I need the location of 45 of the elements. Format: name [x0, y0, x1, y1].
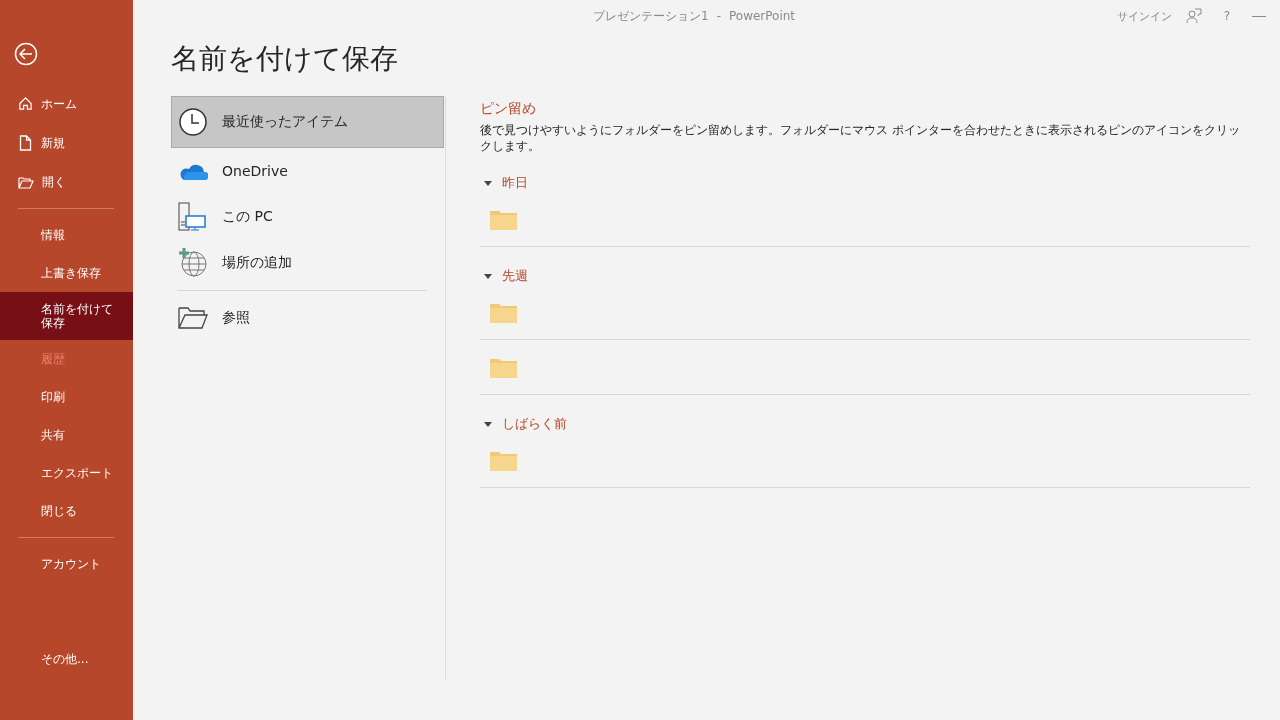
globe-add-icon	[178, 248, 208, 278]
sidebar-item[interactable]: 閉じる	[0, 492, 133, 530]
title-separator: -	[716, 9, 721, 23]
sidebar-item[interactable]: 上書き保存	[0, 254, 133, 292]
more-link[interactable]: その他...	[0, 651, 133, 720]
caret-icon	[484, 273, 492, 279]
sidebar-item[interactable]: 情報	[0, 216, 133, 254]
pinned-description: 後で見つけやすいようにフォルダーをピン留めします。フォルダーにマウス ポインターを合わせたときに表示されるピンのアイコンをクリックします。	[480, 122, 1241, 154]
computer-icon	[178, 202, 208, 232]
location-item[interactable]: OneDrive	[171, 148, 444, 194]
location-item[interactable]: 参照	[171, 295, 444, 341]
folder-icon	[490, 449, 517, 471]
caret-icon	[484, 180, 492, 186]
sidebar-item[interactable]: ホーム	[0, 84, 133, 123]
clock-icon	[178, 107, 208, 137]
caret-icon	[484, 421, 492, 427]
location-item[interactable]: この PC	[171, 194, 444, 240]
location-item[interactable]: 場所の追加	[171, 240, 444, 286]
page-title: 名前を付けて保存	[171, 41, 399, 77]
app-name: PowerPoint	[729, 9, 796, 23]
window-title: プレゼンテーション1	[593, 7, 709, 25]
folder-icon	[490, 208, 517, 230]
back-button[interactable]	[14, 42, 38, 66]
location-item[interactable]: 最近使ったアイテム	[171, 96, 444, 148]
folder-icon	[490, 356, 517, 378]
sidebar-item[interactable]: エクスポート	[0, 454, 133, 492]
sidebar-item[interactable]: 共有	[0, 416, 133, 454]
person-comment-icon[interactable]	[1185, 8, 1202, 24]
folder-icon	[178, 306, 208, 330]
group-header[interactable]: 昨日	[480, 174, 1250, 192]
group-header[interactable]: 先週	[480, 267, 1250, 285]
document-icon	[18, 135, 33, 151]
help-button[interactable]: ?	[1223, 9, 1230, 23]
sidebar-item[interactable]: 名前を付けて保存	[0, 292, 133, 340]
group-header[interactable]: しばらく前	[480, 415, 1250, 433]
sidebar-item[interactable]: 新規	[0, 123, 133, 163]
section-title: ピン留め	[480, 100, 537, 118]
home-icon	[18, 96, 33, 111]
sidebar-item[interactable]: 開く	[0, 163, 133, 201]
minimize-button[interactable]	[1252, 15, 1266, 17]
sidebar-item[interactable]: 印刷	[0, 378, 133, 416]
sidebar-item[interactable]: アカウント	[0, 545, 133, 583]
folder-icon	[18, 175, 34, 189]
sign-in-link[interactable]: サインイン	[1116, 8, 1172, 24]
folder-icon	[490, 301, 517, 323]
